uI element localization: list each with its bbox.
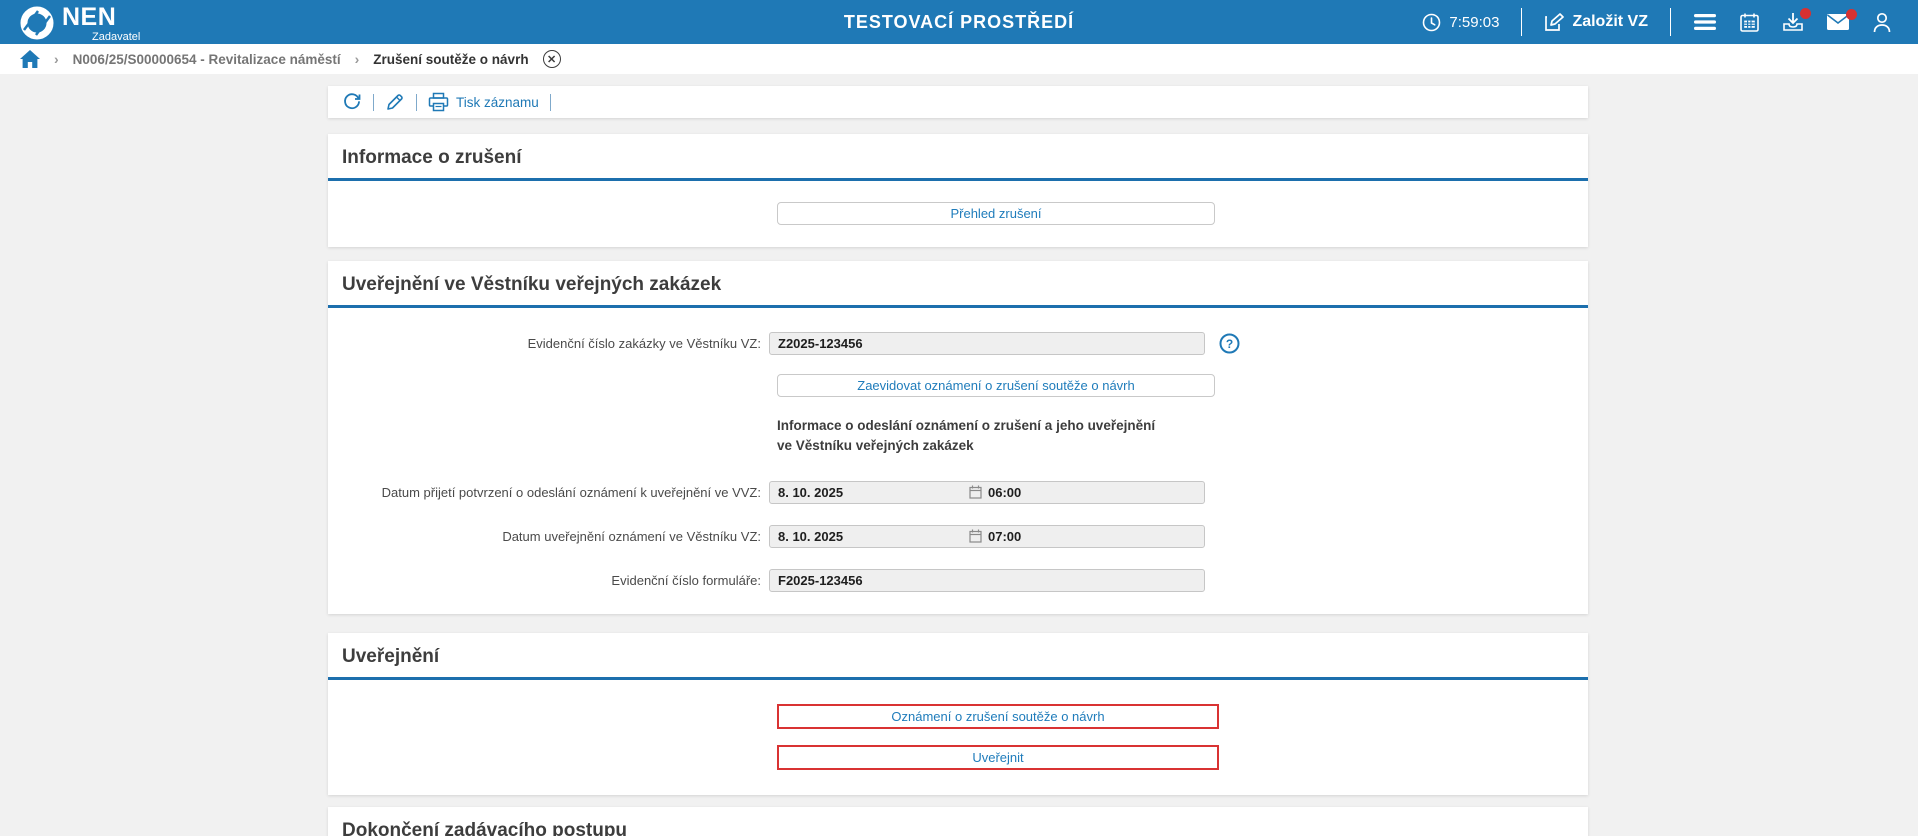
sent-time-value: 06:00: [988, 484, 1022, 500]
nen-logo-icon: [20, 6, 54, 40]
messages-button[interactable]: [1826, 9, 1857, 31]
home-icon[interactable]: [20, 50, 40, 68]
print-record-button[interactable]: Tisk záznamu: [428, 92, 539, 112]
section-title: Dokončení zadávacího postupu: [342, 819, 628, 836]
header-divider: [1670, 8, 1671, 36]
section-cancellation-info: Informace o zrušení Přehled zrušení: [328, 134, 1588, 247]
logo-title: NEN: [62, 3, 117, 31]
calendar-small-icon[interactable]: [969, 529, 982, 543]
create-vz-button[interactable]: Založit VZ: [1544, 12, 1648, 32]
published-date-value: 8. 10. 2025: [778, 528, 844, 544]
pencil-icon[interactable]: [385, 92, 405, 112]
downloads-badge: [1800, 7, 1811, 19]
section-rule: [328, 305, 1588, 308]
sent-datetime-input[interactable]: 8. 10. 2025 06:00: [769, 480, 1205, 504]
app-header: NEN Zadavatel TESTOVACÍ PROSTŘEDÍ 7:59:0…: [0, 0, 1918, 44]
form-number-input[interactable]: F2025-123456: [769, 568, 1205, 592]
breadcrumb-item-current: Zrušení soutěže o návrh: [373, 51, 529, 67]
published-time-value: 07:00: [988, 528, 1022, 544]
vvz-info-line2: ve Věstníku veřejných zakázek: [777, 438, 974, 454]
cancellation-notice-document-button[interactable]: Oznámení o zrušení soutěže o návrh: [777, 703, 1219, 729]
section-vvz-publication: Uveřejnění ve Věstníku veřejných zakázek…: [328, 261, 1588, 614]
menu-icon[interactable]: [1693, 12, 1717, 32]
help-icon: ?: [1219, 333, 1240, 354]
section-rule: [328, 178, 1588, 181]
printer-icon: [428, 92, 449, 112]
section-rule: [328, 676, 1588, 680]
register-cancellation-notice-button[interactable]: Zaevidovat oznámení o zrušení soutěže o …: [777, 374, 1215, 397]
published-datetime-input[interactable]: 8. 10. 2025 07:00: [769, 524, 1205, 548]
messages-badge: [1846, 9, 1857, 20]
svg-text:?: ?: [1226, 337, 1233, 351]
calendar-icon[interactable]: [1739, 12, 1760, 33]
section-title: Informace o zrušení: [342, 147, 522, 168]
help-button[interactable]: ?: [1219, 333, 1240, 354]
downloads-button[interactable]: [1782, 7, 1811, 33]
history-refresh-icon[interactable]: [342, 92, 362, 112]
sent-date-value: 8. 10. 2025: [778, 484, 844, 500]
calendar-small-icon[interactable]: [969, 485, 982, 499]
cancellation-overview-button[interactable]: Přehled zrušení: [777, 202, 1215, 225]
sent-date-label: Datum přijetí potvrzení o odeslání oznám…: [381, 484, 761, 500]
print-record-label: Tisk záznamu: [456, 94, 539, 110]
user-icon[interactable]: [1872, 12, 1892, 33]
logo-subtitle: Zadavatel: [92, 31, 141, 43]
toolbar-divider: [549, 93, 551, 111]
publish-button[interactable]: Uveřejnit: [777, 744, 1219, 770]
breadcrumb-item-procedure[interactable]: N006/25/S00000654 - Revitalizace náměstí: [73, 52, 341, 67]
toolbar-divider: [373, 93, 374, 111]
breadcrumb-separator-icon: ›: [54, 51, 59, 67]
breadcrumb: › N006/25/S00000654 - Revitalizace náměs…: [0, 44, 1918, 74]
session-time: 7:59:03: [1449, 13, 1500, 31]
nen-logo[interactable]: NEN Zadavatel: [0, 1, 140, 43]
section-completion: Dokončení zadávacího postupu Uzamknout S…: [328, 806, 1588, 836]
form-number-label: Evidenční číslo formuláře:: [611, 572, 761, 588]
evidence-number-label: Evidenční číslo zakázky ve Věstníku VZ:: [527, 336, 761, 351]
breadcrumb-separator-icon: ›: [354, 51, 360, 67]
session-timer: 7:59:03: [1422, 13, 1499, 32]
create-vz-label: Založit VZ: [1572, 13, 1648, 30]
header-divider: [1521, 8, 1523, 36]
section-title: Uveřejnění: [342, 645, 440, 667]
vvz-info-line1: Informace o odeslání oznámení o zrušení …: [777, 418, 1156, 433]
edit-icon: [1545, 13, 1565, 31]
section-publication: Uveřejnění Oznámení o zrušení soutěže o …: [328, 632, 1588, 795]
clock-icon: [1423, 13, 1441, 31]
record-toolbar: Tisk záznamu: [328, 86, 1588, 118]
close-tab-icon[interactable]: ✕: [542, 50, 561, 68]
evidence-number-input[interactable]: Z2025-123456: [769, 332, 1205, 355]
toolbar-divider: [416, 93, 417, 111]
environment-title: TESTOVACÍ PROSTŘEDÍ: [843, 11, 1075, 32]
published-date-label: Datum uveřejnění oznámení ve Věstníku VZ…: [502, 528, 761, 544]
section-title: Uveřejnění ve Věstníku veřejných zakázek: [342, 274, 722, 295]
